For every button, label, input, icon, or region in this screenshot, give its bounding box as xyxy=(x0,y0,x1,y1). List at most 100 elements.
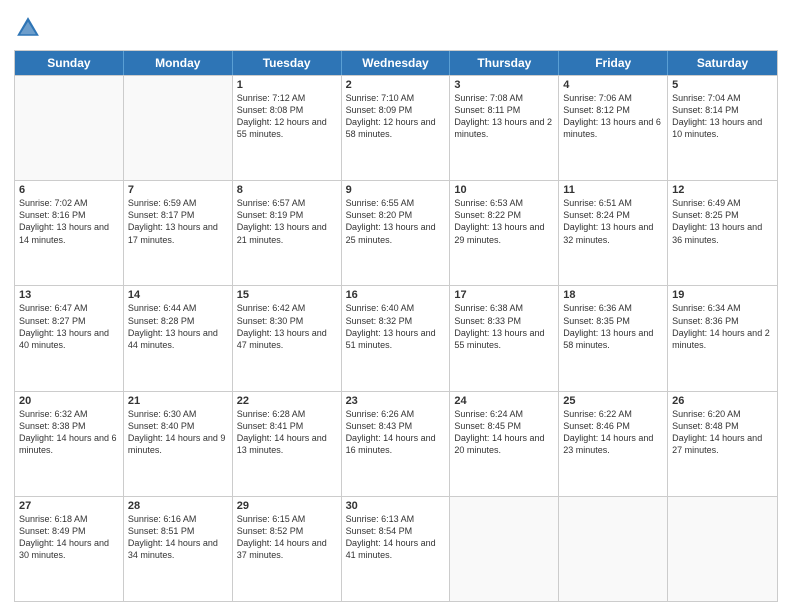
day-number: 29 xyxy=(237,500,337,512)
cell-info: Sunrise: 6:36 AM Sunset: 8:35 PM Dayligh… xyxy=(563,302,663,351)
day-number: 6 xyxy=(19,184,119,196)
day-number: 9 xyxy=(346,184,446,196)
calendar-header-row: SundayMondayTuesdayWednesdayThursdayFrid… xyxy=(15,51,777,75)
calendar-cell: 6Sunrise: 7:02 AM Sunset: 8:16 PM Daylig… xyxy=(15,181,124,285)
calendar-body: 1Sunrise: 7:12 AM Sunset: 8:08 PM Daylig… xyxy=(15,75,777,601)
cell-info: Sunrise: 6:40 AM Sunset: 8:32 PM Dayligh… xyxy=(346,302,446,351)
calendar-cell: 1Sunrise: 7:12 AM Sunset: 8:08 PM Daylig… xyxy=(233,76,342,180)
cell-info: Sunrise: 6:28 AM Sunset: 8:41 PM Dayligh… xyxy=(237,408,337,457)
calendar-cell: 10Sunrise: 6:53 AM Sunset: 8:22 PM Dayli… xyxy=(450,181,559,285)
cell-info: Sunrise: 6:38 AM Sunset: 8:33 PM Dayligh… xyxy=(454,302,554,351)
calendar-cell: 20Sunrise: 6:32 AM Sunset: 8:38 PM Dayli… xyxy=(15,392,124,496)
cell-info: Sunrise: 7:10 AM Sunset: 8:09 PM Dayligh… xyxy=(346,92,446,141)
cell-info: Sunrise: 6:44 AM Sunset: 8:28 PM Dayligh… xyxy=(128,302,228,351)
day-number: 23 xyxy=(346,395,446,407)
day-number: 15 xyxy=(237,289,337,301)
calendar-cell xyxy=(668,497,777,601)
day-number: 10 xyxy=(454,184,554,196)
header-day-saturday: Saturday xyxy=(668,51,777,75)
logo xyxy=(14,14,44,42)
cell-info: Sunrise: 6:59 AM Sunset: 8:17 PM Dayligh… xyxy=(128,197,228,246)
calendar-week-4: 20Sunrise: 6:32 AM Sunset: 8:38 PM Dayli… xyxy=(15,391,777,496)
cell-info: Sunrise: 6:13 AM Sunset: 8:54 PM Dayligh… xyxy=(346,513,446,562)
cell-info: Sunrise: 6:49 AM Sunset: 8:25 PM Dayligh… xyxy=(672,197,773,246)
page: SundayMondayTuesdayWednesdayThursdayFrid… xyxy=(0,0,792,612)
cell-info: Sunrise: 6:42 AM Sunset: 8:30 PM Dayligh… xyxy=(237,302,337,351)
cell-info: Sunrise: 6:20 AM Sunset: 8:48 PM Dayligh… xyxy=(672,408,773,457)
cell-info: Sunrise: 6:55 AM Sunset: 8:20 PM Dayligh… xyxy=(346,197,446,246)
calendar-cell: 26Sunrise: 6:20 AM Sunset: 8:48 PM Dayli… xyxy=(668,392,777,496)
calendar-cell: 14Sunrise: 6:44 AM Sunset: 8:28 PM Dayli… xyxy=(124,286,233,390)
cell-info: Sunrise: 6:22 AM Sunset: 8:46 PM Dayligh… xyxy=(563,408,663,457)
day-number: 4 xyxy=(563,79,663,91)
day-number: 20 xyxy=(19,395,119,407)
day-number: 13 xyxy=(19,289,119,301)
cell-info: Sunrise: 6:57 AM Sunset: 8:19 PM Dayligh… xyxy=(237,197,337,246)
day-number: 18 xyxy=(563,289,663,301)
day-number: 8 xyxy=(237,184,337,196)
cell-info: Sunrise: 6:32 AM Sunset: 8:38 PM Dayligh… xyxy=(19,408,119,457)
cell-info: Sunrise: 6:34 AM Sunset: 8:36 PM Dayligh… xyxy=(672,302,773,351)
day-number: 28 xyxy=(128,500,228,512)
cell-info: Sunrise: 6:53 AM Sunset: 8:22 PM Dayligh… xyxy=(454,197,554,246)
day-number: 16 xyxy=(346,289,446,301)
cell-info: Sunrise: 6:51 AM Sunset: 8:24 PM Dayligh… xyxy=(563,197,663,246)
calendar-cell xyxy=(15,76,124,180)
day-number: 27 xyxy=(19,500,119,512)
calendar-cell: 4Sunrise: 7:06 AM Sunset: 8:12 PM Daylig… xyxy=(559,76,668,180)
header-day-monday: Monday xyxy=(124,51,233,75)
day-number: 26 xyxy=(672,395,773,407)
day-number: 24 xyxy=(454,395,554,407)
calendar-week-5: 27Sunrise: 6:18 AM Sunset: 8:49 PM Dayli… xyxy=(15,496,777,601)
cell-info: Sunrise: 6:16 AM Sunset: 8:51 PM Dayligh… xyxy=(128,513,228,562)
calendar-cell: 27Sunrise: 6:18 AM Sunset: 8:49 PM Dayli… xyxy=(15,497,124,601)
day-number: 17 xyxy=(454,289,554,301)
calendar-cell: 9Sunrise: 6:55 AM Sunset: 8:20 PM Daylig… xyxy=(342,181,451,285)
calendar-cell: 19Sunrise: 6:34 AM Sunset: 8:36 PM Dayli… xyxy=(668,286,777,390)
calendar-cell: 22Sunrise: 6:28 AM Sunset: 8:41 PM Dayli… xyxy=(233,392,342,496)
header-day-wednesday: Wednesday xyxy=(342,51,451,75)
calendar-cell: 2Sunrise: 7:10 AM Sunset: 8:09 PM Daylig… xyxy=(342,76,451,180)
calendar-week-2: 6Sunrise: 7:02 AM Sunset: 8:16 PM Daylig… xyxy=(15,180,777,285)
cell-info: Sunrise: 7:06 AM Sunset: 8:12 PM Dayligh… xyxy=(563,92,663,141)
calendar-cell: 16Sunrise: 6:40 AM Sunset: 8:32 PM Dayli… xyxy=(342,286,451,390)
calendar-cell: 28Sunrise: 6:16 AM Sunset: 8:51 PM Dayli… xyxy=(124,497,233,601)
day-number: 30 xyxy=(346,500,446,512)
day-number: 1 xyxy=(237,79,337,91)
day-number: 19 xyxy=(672,289,773,301)
calendar-cell: 18Sunrise: 6:36 AM Sunset: 8:35 PM Dayli… xyxy=(559,286,668,390)
cell-info: Sunrise: 6:30 AM Sunset: 8:40 PM Dayligh… xyxy=(128,408,228,457)
header-day-thursday: Thursday xyxy=(450,51,559,75)
day-number: 25 xyxy=(563,395,663,407)
day-number: 14 xyxy=(128,289,228,301)
cell-info: Sunrise: 7:12 AM Sunset: 8:08 PM Dayligh… xyxy=(237,92,337,141)
cell-info: Sunrise: 6:47 AM Sunset: 8:27 PM Dayligh… xyxy=(19,302,119,351)
calendar-cell: 15Sunrise: 6:42 AM Sunset: 8:30 PM Dayli… xyxy=(233,286,342,390)
calendar-cell: 29Sunrise: 6:15 AM Sunset: 8:52 PM Dayli… xyxy=(233,497,342,601)
header-day-tuesday: Tuesday xyxy=(233,51,342,75)
header-day-friday: Friday xyxy=(559,51,668,75)
cell-info: Sunrise: 6:24 AM Sunset: 8:45 PM Dayligh… xyxy=(454,408,554,457)
header-day-sunday: Sunday xyxy=(15,51,124,75)
calendar-cell: 5Sunrise: 7:04 AM Sunset: 8:14 PM Daylig… xyxy=(668,76,777,180)
logo-icon xyxy=(14,14,42,42)
calendar-cell: 17Sunrise: 6:38 AM Sunset: 8:33 PM Dayli… xyxy=(450,286,559,390)
calendar-cell xyxy=(124,76,233,180)
cell-info: Sunrise: 7:08 AM Sunset: 8:11 PM Dayligh… xyxy=(454,92,554,141)
cell-info: Sunrise: 7:02 AM Sunset: 8:16 PM Dayligh… xyxy=(19,197,119,246)
calendar-cell: 25Sunrise: 6:22 AM Sunset: 8:46 PM Dayli… xyxy=(559,392,668,496)
calendar-cell: 12Sunrise: 6:49 AM Sunset: 8:25 PM Dayli… xyxy=(668,181,777,285)
calendar-cell: 13Sunrise: 6:47 AM Sunset: 8:27 PM Dayli… xyxy=(15,286,124,390)
calendar-week-3: 13Sunrise: 6:47 AM Sunset: 8:27 PM Dayli… xyxy=(15,285,777,390)
calendar-cell: 3Sunrise: 7:08 AM Sunset: 8:11 PM Daylig… xyxy=(450,76,559,180)
cell-info: Sunrise: 6:18 AM Sunset: 8:49 PM Dayligh… xyxy=(19,513,119,562)
day-number: 11 xyxy=(563,184,663,196)
calendar-week-1: 1Sunrise: 7:12 AM Sunset: 8:08 PM Daylig… xyxy=(15,75,777,180)
day-number: 3 xyxy=(454,79,554,91)
day-number: 12 xyxy=(672,184,773,196)
cell-info: Sunrise: 6:26 AM Sunset: 8:43 PM Dayligh… xyxy=(346,408,446,457)
calendar-cell: 30Sunrise: 6:13 AM Sunset: 8:54 PM Dayli… xyxy=(342,497,451,601)
day-number: 2 xyxy=(346,79,446,91)
day-number: 21 xyxy=(128,395,228,407)
calendar-cell: 23Sunrise: 6:26 AM Sunset: 8:43 PM Dayli… xyxy=(342,392,451,496)
